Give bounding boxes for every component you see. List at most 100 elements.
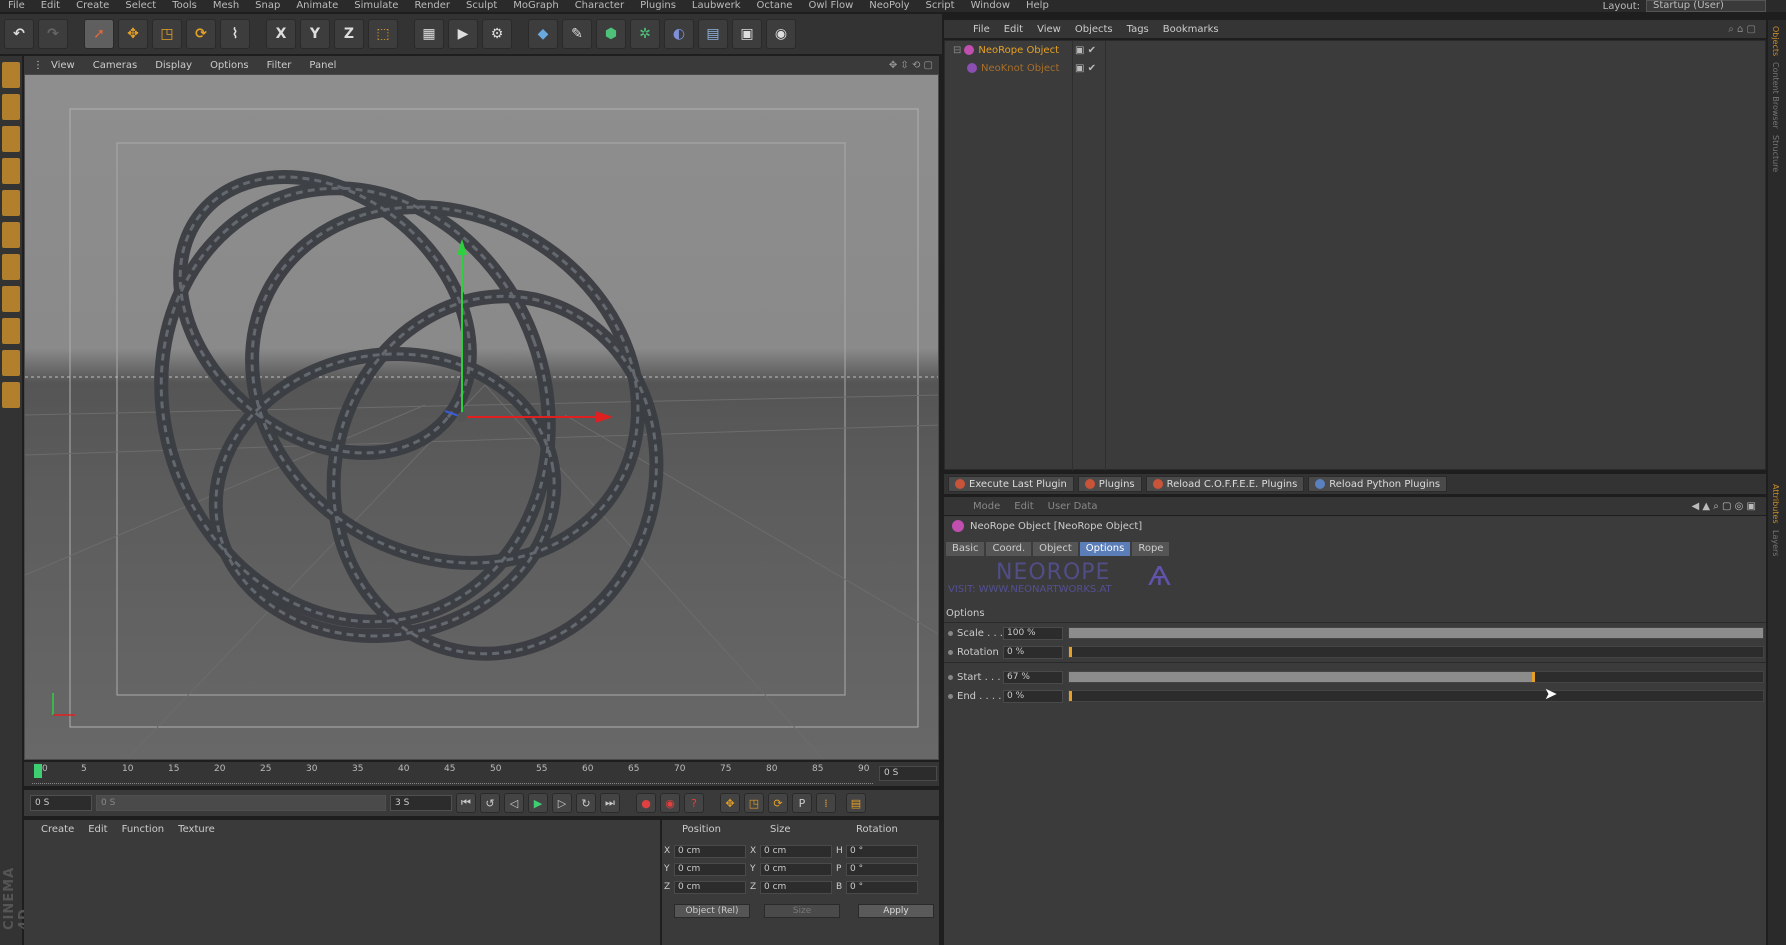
rotation-b-field[interactable]: 0 ° [846,880,918,894]
om-menu-edit[interactable]: Edit [997,24,1030,35]
move-tool-icon[interactable]: ✥ [118,19,148,49]
edges-mode-icon[interactable] [2,222,20,248]
timeline-ruler[interactable]: 0 5 10 15 20 25 30 35 40 45 50 55 60 65 … [24,762,939,786]
key-scale-icon[interactable]: ◳ [744,793,764,813]
menu-script[interactable]: Script [918,0,963,12]
menu-simulate[interactable]: Simulate [346,0,406,12]
menu-owl-flow[interactable]: Owl Flow [800,0,861,12]
viewport-menu-view[interactable]: View [42,60,84,71]
size-y-field[interactable]: 0 cm [760,862,832,876]
menu-window[interactable]: Window [963,0,1018,12]
material-menu-texture[interactable]: Texture [171,824,222,835]
points-mode-icon[interactable] [2,190,20,216]
tab-basic[interactable]: Basic [946,542,985,556]
scale-field[interactable]: 100 % [1003,626,1063,640]
start-slider[interactable] [1068,671,1764,683]
viewport-menu-panel[interactable]: Panel [300,60,345,71]
menu-snap[interactable]: Snap [247,0,288,12]
undo-icon[interactable]: ↶ [4,19,34,49]
menu-help[interactable]: Help [1018,0,1057,12]
end-time-field[interactable]: 3 S [390,795,452,811]
object-name[interactable]: NeoRope Object [978,45,1059,56]
axis-mode-icon[interactable] [2,286,20,312]
key-parameter-icon[interactable]: P [792,793,812,813]
coordinate-mode-dropdown[interactable]: Object (Rel) [674,904,750,918]
go-to-end-icon[interactable]: ⏭ [600,793,620,813]
size-x-field[interactable]: 0 cm [760,844,832,858]
coordinate-system-icon[interactable]: ⬚ [368,19,398,49]
recent-tools-icon[interactable]: ⌇ [220,19,250,49]
floor-icon[interactable]: ▤ [698,19,728,49]
viewport-menu-options[interactable]: Options [201,60,258,71]
tab-layers[interactable]: Layers [1771,530,1780,556]
subdivision-surface-icon[interactable]: ⬢ [596,19,626,49]
rotation-field[interactable]: 0 % [1003,645,1063,659]
array-icon[interactable]: ✲ [630,19,660,49]
position-z-field[interactable]: 0 cm [674,880,746,894]
locked-workplane-icon[interactable] [2,382,20,408]
light-icon[interactable]: ◉ [766,19,796,49]
menu-mograph[interactable]: MoGraph [505,0,566,12]
size-z-field[interactable]: 0 cm [760,880,832,894]
go-to-start-icon[interactable]: ⏮ [456,793,476,813]
menu-octane[interactable]: Octane [749,0,801,12]
material-menu-create[interactable]: Create [34,824,81,835]
y-axis-lock-button[interactable]: Y [300,19,330,49]
texture-mode-icon[interactable] [2,126,20,152]
position-y-field[interactable]: 0 cm [674,862,746,876]
tab-objects[interactable]: Objects [1771,26,1780,56]
end-slider[interactable] [1068,690,1764,702]
om-search-home-icons[interactable]: ⌕ ⌂ ▢ [1728,24,1766,35]
viewport-nav-icons[interactable]: ✥ ⇳ ⟲ ▢ [889,60,939,71]
object-row[interactable]: NeoKnot Object [945,59,1072,77]
prev-frame-icon[interactable]: ◁ [504,793,524,813]
workplane-icon[interactable] [2,158,20,184]
reload-coffee-plugins-button[interactable]: Reload C.O.F.F.E.E. Plugins [1145,476,1305,492]
menu-file[interactable]: File [0,0,33,12]
viewport-menu-cameras[interactable]: Cameras [84,60,146,71]
om-menu-view[interactable]: View [1030,24,1068,35]
material-menu-function[interactable]: Function [115,824,172,835]
timeline-window-icon[interactable]: ▤ [846,793,866,813]
live-selection-icon[interactable]: ➚ [84,19,114,49]
end-field[interactable]: 0 % [1003,689,1063,703]
reload-python-plugins-button[interactable]: Reload Python Plugins [1308,476,1448,492]
tab-object[interactable]: Object [1033,542,1078,556]
am-menu-edit[interactable]: Edit [1007,501,1040,512]
next-key-icon[interactable]: ↻ [576,793,596,813]
deformer-icon[interactable]: ◐ [664,19,694,49]
render-settings-icon[interactable]: ⚙ [482,19,512,49]
menu-laubwerk[interactable]: Laubwerk [684,0,749,12]
tab-content-browser[interactable]: Content Browser [1771,62,1780,129]
menu-tools[interactable]: Tools [164,0,205,12]
rotation-h-field[interactable]: 0 ° [846,844,918,858]
om-menu-tags[interactable]: Tags [1120,24,1156,35]
key-pla-icon[interactable]: ⁞ [816,793,836,813]
render-picture-viewer-icon[interactable]: ▶ [448,19,478,49]
polygons-mode-icon[interactable] [2,254,20,280]
rotation-p-field[interactable]: 0 ° [846,862,918,876]
key-rotation-icon[interactable]: ⟳ [768,793,788,813]
position-x-field[interactable]: 0 cm [674,844,746,858]
menu-neopoly[interactable]: NeoPoly [861,0,917,12]
preview-range-slider[interactable]: 0 S [96,795,386,811]
snap-icon[interactable] [2,318,20,344]
om-menu-bookmarks[interactable]: Bookmarks [1156,24,1226,35]
om-menu-file[interactable]: File [966,24,997,35]
scale-slider[interactable] [1068,627,1764,639]
om-menu-objects[interactable]: Objects [1068,24,1120,35]
scale-tool-icon[interactable]: ◳ [152,19,182,49]
object-name[interactable]: NeoKnot Object [981,63,1059,74]
am-nav-icons[interactable]: ◀ ▲ ⌕ ▢ ◎ ▣ [1692,501,1767,512]
quantize-icon[interactable] [2,350,20,376]
am-menu-user-data[interactable]: User Data [1041,501,1105,512]
menu-plugins[interactable]: Plugins [632,0,684,12]
tab-coord[interactable]: Coord. [986,542,1032,556]
tab-options[interactable]: Options [1079,542,1131,556]
cube-icon[interactable]: ◆ [528,19,558,49]
menu-select[interactable]: Select [117,0,164,12]
make-editable-icon[interactable] [2,62,20,88]
expand-icon[interactable]: ⊟ [953,45,961,56]
current-frame-marker[interactable] [34,764,42,778]
menu-mesh[interactable]: Mesh [205,0,247,12]
